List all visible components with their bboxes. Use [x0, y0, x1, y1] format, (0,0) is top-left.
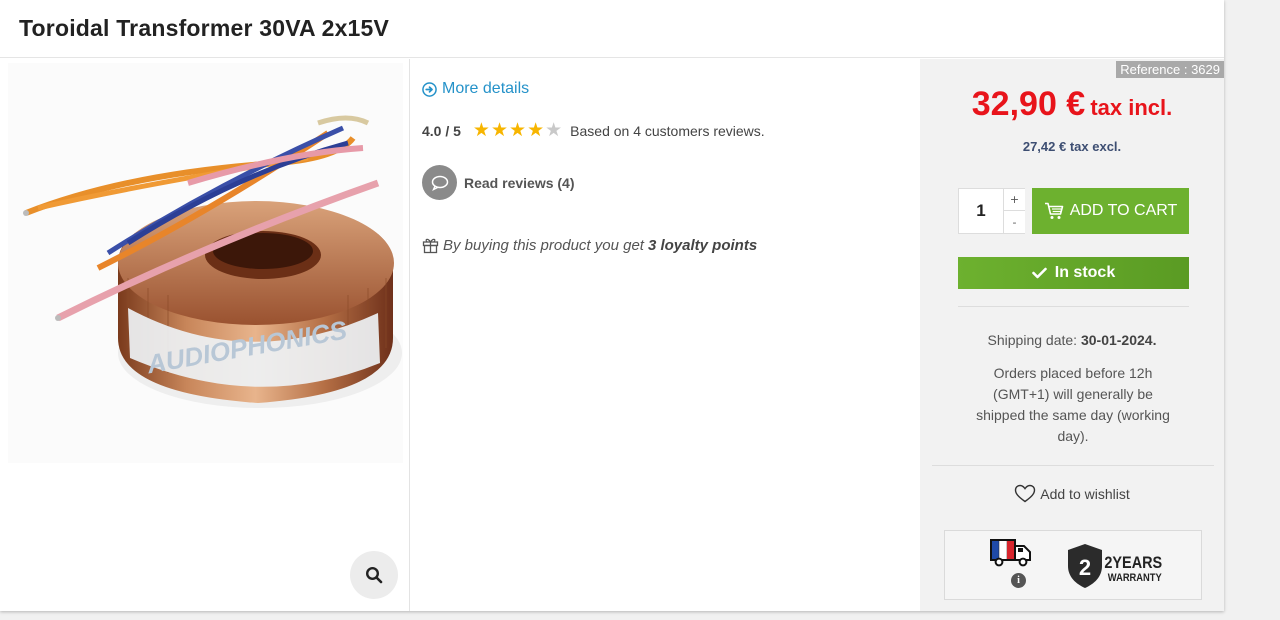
rating-stars: ★ ★ ★ ★ ★: [472, 120, 563, 141]
shipping-date: Shipping date: 30-01-2024.: [920, 332, 1224, 348]
price-row: 32,90 € tax incl.: [920, 85, 1224, 124]
more-details-link[interactable]: More details: [422, 80, 529, 98]
buy-box: Reference : 3629 32,90 € tax incl. 27,42…: [920, 59, 1224, 611]
quantity-stepper: + -: [958, 188, 1025, 234]
loyalty-points: 3 loyalty points: [647, 237, 758, 254]
price-excl-tax: 27,42 € tax excl.: [1022, 139, 1122, 154]
add-to-wishlist-button[interactable]: Add to wishlist: [920, 484, 1224, 503]
gift-icon: [422, 238, 439, 254]
add-to-cart-label: ADD TO CART: [1069, 202, 1178, 219]
arrow-circle-icon: [422, 81, 437, 97]
loyalty-text: By buying this product you get 3 loyalty…: [422, 237, 757, 254]
warranty-label: WARRANTY: [1108, 572, 1162, 584]
quantity-input[interactable]: [959, 189, 1003, 233]
read-reviews-link[interactable]: Read reviews (4): [422, 165, 575, 200]
zoom-button[interactable]: [350, 551, 398, 599]
shipping-date-label: Shipping date:: [987, 332, 1078, 348]
title-bar: Toroidal Transformer 30VA 2x15V: [0, 0, 1224, 58]
stock-status-badge: In stock: [958, 257, 1189, 289]
cart-icon: [1044, 202, 1064, 219]
star-icon: ★: [490, 120, 509, 141]
star-icon: ★: [509, 120, 527, 141]
warranty-number: 2: [1079, 555, 1091, 580]
product-info-column: More details 4.0 / 5 ★ ★ ★ ★ ★ Based on …: [411, 59, 920, 611]
star-empty-icon: ★: [545, 120, 563, 141]
wishlist-label: Add to wishlist: [1040, 485, 1130, 502]
delivery-truck-icon: [990, 539, 1031, 567]
product-image[interactable]: AUDIOPHONICS: [8, 63, 403, 463]
read-reviews-label: Read reviews (4): [464, 174, 575, 191]
star-icon: ★: [472, 120, 490, 141]
loyalty-prefix: By buying this product you get: [443, 237, 644, 254]
divider: [932, 465, 1214, 466]
rating-value: 4.0 / 5: [422, 123, 461, 139]
quantity-increase-button[interactable]: +: [1003, 189, 1025, 211]
star-icon: ★: [527, 120, 545, 141]
product-card: Toroidal Transformer 30VA 2x15V AUDIOPHO…: [0, 0, 1224, 611]
shipping-note: Orders placed before 12h (GMT+1) will ge…: [976, 365, 1170, 444]
heart-icon: [1015, 484, 1036, 503]
more-details-label: More details: [442, 80, 530, 97]
guarantee-badges: i 2 2YEARS WARRANTY: [944, 530, 1202, 600]
check-icon: [1031, 267, 1047, 279]
divider: [958, 306, 1189, 307]
comment-bubble-icon: [422, 165, 457, 200]
shipping-date-value: 30-01-2024.: [1080, 332, 1157, 348]
price: 32,90 €: [971, 85, 1086, 123]
product-image-column: AUDIOPHONICS: [0, 59, 410, 611]
product-title: Toroidal Transformer 30VA 2x15V: [19, 15, 390, 41]
info-icon[interactable]: i: [1011, 573, 1026, 588]
warranty-years: 2YEARS: [1104, 554, 1162, 572]
reference-badge: Reference : 3629: [1116, 61, 1224, 78]
rating-row: 4.0 / 5 ★ ★ ★ ★ ★ Based on 4 customers r…: [422, 120, 765, 141]
quantity-decrease-button[interactable]: -: [1003, 211, 1025, 233]
add-to-cart-button[interactable]: ADD TO CART: [1032, 188, 1189, 234]
search-icon: [365, 566, 383, 584]
warranty-badge-icon: 2 2YEARS WARRANTY: [1068, 544, 1162, 588]
stock-status-label: In stock: [1054, 264, 1116, 281]
reviews-count-text: Based on 4 customers reviews.: [570, 123, 765, 139]
price-tax-label: tax incl.: [1090, 95, 1173, 120]
